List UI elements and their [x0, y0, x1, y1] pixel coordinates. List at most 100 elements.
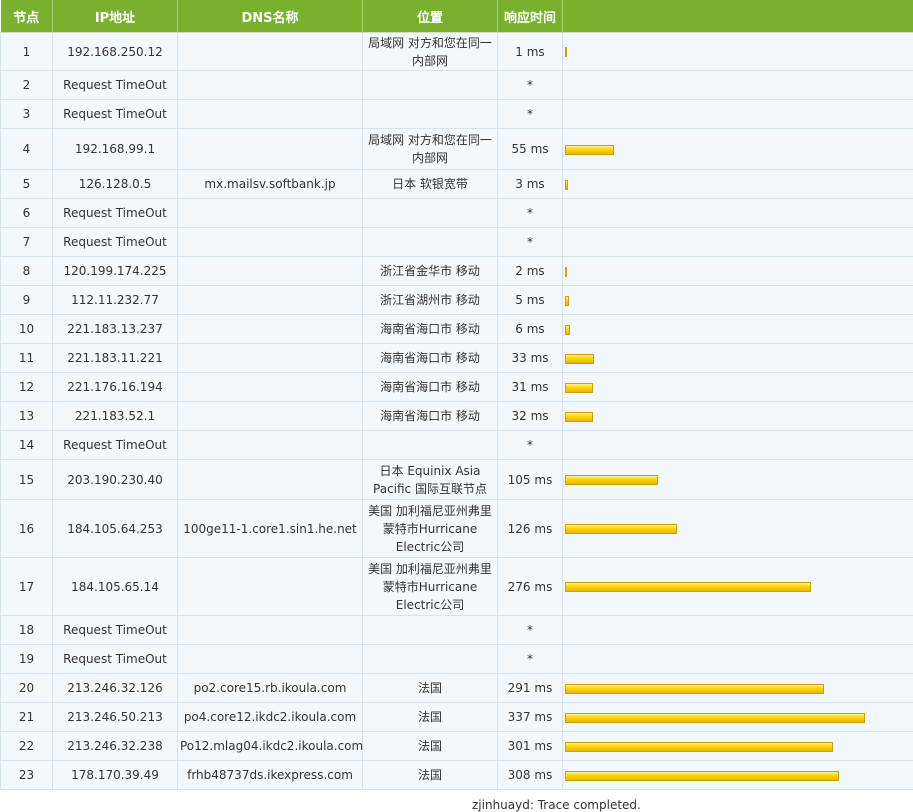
location-cell: 法国 — [363, 703, 498, 732]
dns-cell: mx.mailsv.softbank.jp — [178, 170, 363, 199]
table-row: 17184.105.65.14美国 加利福尼亚州弗里蒙特市Hurricane E… — [1, 558, 913, 616]
latency-bar-cell — [563, 645, 913, 674]
table-row: 21213.246.50.213po4.core12.ikdc2.ikoula.… — [1, 703, 913, 732]
hop-cell: 23 — [1, 761, 53, 790]
table-row: 13221.183.52.1 海南省海口市 移动32 ms — [1, 402, 913, 431]
response-time-cell: 5 ms — [498, 286, 563, 315]
response-time-cell: 301 ms — [498, 732, 563, 761]
latency-bar-cell — [563, 315, 913, 344]
ip-cell: 112.11.232.77 — [53, 286, 178, 315]
response-time-cell: 32 ms — [498, 402, 563, 431]
table-row: 16184.105.64.253100ge11-1.core1.sin1.he.… — [1, 500, 913, 558]
hop-cell: 9 — [1, 286, 53, 315]
response-time-cell: 1 ms — [498, 33, 563, 71]
ip-cell: Request TimeOut — [53, 228, 178, 257]
traceroute-table: 节点 IP地址 DNS名称 位置 响应时间 1192.168.250.12局域网… — [0, 0, 913, 790]
hop-cell: 13 — [1, 402, 53, 431]
header-hop: 节点 — [1, 0, 53, 33]
dns-cell — [178, 373, 363, 402]
location-cell: 法国 — [363, 674, 498, 703]
location-cell: 法国 — [363, 732, 498, 761]
hop-cell: 14 — [1, 431, 53, 460]
location-cell — [363, 616, 498, 645]
table-row: 14Request TimeOut* — [1, 431, 913, 460]
response-time-cell: * — [498, 616, 563, 645]
latency-bar-cell — [563, 460, 913, 500]
table-row: 5126.128.0.5mx.mailsv.softbank.jp日本 软银宽带… — [1, 170, 913, 199]
response-time-cell: 126 ms — [498, 500, 563, 558]
response-time-cell: 3 ms — [498, 170, 563, 199]
ip-cell: 126.128.0.5 — [53, 170, 178, 199]
ip-cell: 192.168.99.1 — [53, 129, 178, 170]
response-time-cell: 291 ms — [498, 674, 563, 703]
latency-bar — [565, 354, 594, 364]
hop-cell: 16 — [1, 500, 53, 558]
hop-cell: 2 — [1, 71, 53, 100]
dns-cell — [178, 33, 363, 71]
location-cell: 浙江省金华市 移动 — [363, 257, 498, 286]
location-cell: 海南省海口市 移动 — [363, 402, 498, 431]
dns-cell — [178, 344, 363, 373]
table-row: 3Request TimeOut* — [1, 100, 913, 129]
latency-bar — [565, 582, 811, 592]
latency-bar — [565, 475, 658, 485]
hop-cell: 4 — [1, 129, 53, 170]
latency-bar — [565, 145, 614, 155]
hop-cell: 11 — [1, 344, 53, 373]
dns-cell — [178, 129, 363, 170]
hop-cell: 7 — [1, 228, 53, 257]
latency-bar-cell — [563, 228, 913, 257]
latency-bar — [565, 742, 833, 752]
hop-cell: 21 — [1, 703, 53, 732]
latency-bar — [565, 296, 569, 306]
table-row: 20213.246.32.126po2.core15.rb.ikoula.com… — [1, 674, 913, 703]
latency-bar-cell — [563, 286, 913, 315]
location-cell: 海南省海口市 移动 — [363, 344, 498, 373]
latency-bar-cell — [563, 129, 913, 170]
latency-bar — [565, 325, 570, 335]
hop-cell: 6 — [1, 199, 53, 228]
header-response-time: 响应时间 — [498, 0, 563, 33]
response-time-cell: 276 ms — [498, 558, 563, 616]
latency-bar-cell — [563, 703, 913, 732]
response-time-cell: * — [498, 199, 563, 228]
ip-cell: 213.246.32.238 — [53, 732, 178, 761]
dns-cell — [178, 228, 363, 257]
hop-cell: 10 — [1, 315, 53, 344]
hop-cell: 5 — [1, 170, 53, 199]
hop-cell: 20 — [1, 674, 53, 703]
location-cell: 局域网 对方和您在同一内部网 — [363, 33, 498, 71]
latency-bar — [565, 412, 593, 422]
latency-bar-cell — [563, 616, 913, 645]
response-time-cell: 33 ms — [498, 344, 563, 373]
table-header-row: 节点 IP地址 DNS名称 位置 响应时间 — [1, 0, 913, 33]
table-row: 11221.183.11.221海南省海口市 移动33 ms — [1, 344, 913, 373]
location-cell: 局域网 对方和您在同一内部网 — [363, 129, 498, 170]
table-row: 1192.168.250.12局域网 对方和您在同一内部网1 ms — [1, 33, 913, 71]
latency-bar — [565, 180, 568, 190]
dns-cell — [178, 558, 363, 616]
response-time-cell: 2 ms — [498, 257, 563, 286]
dns-cell — [178, 71, 363, 100]
latency-bar-cell — [563, 402, 913, 431]
ip-cell: 221.183.52.1 — [53, 402, 178, 431]
table-row: 8120.199.174.225浙江省金华市 移动2 ms — [1, 257, 913, 286]
hop-cell: 17 — [1, 558, 53, 616]
latency-bar-cell — [563, 674, 913, 703]
latency-bar-cell — [563, 761, 913, 790]
location-cell: 日本 软银宽带 — [363, 170, 498, 199]
hop-cell: 12 — [1, 373, 53, 402]
hop-cell: 1 — [1, 33, 53, 71]
trace-status: zjinhuayd: Trace completed. — [472, 798, 641, 812]
header-location: 位置 — [363, 0, 498, 33]
ip-cell: 203.190.230.40 — [53, 460, 178, 500]
ip-cell: Request TimeOut — [53, 199, 178, 228]
latency-bar-cell — [563, 431, 913, 460]
location-cell: 日本 Equinix Asia Pacific 国际互联节点 — [363, 460, 498, 500]
location-cell — [363, 228, 498, 257]
ip-cell: Request TimeOut — [53, 100, 178, 129]
dns-cell: 100ge11-1.core1.sin1.he.net — [178, 500, 363, 558]
hop-cell: 3 — [1, 100, 53, 129]
latency-bar-cell — [563, 71, 913, 100]
dns-cell: Po12.mlag04.ikdc2.ikoula.com — [178, 732, 363, 761]
